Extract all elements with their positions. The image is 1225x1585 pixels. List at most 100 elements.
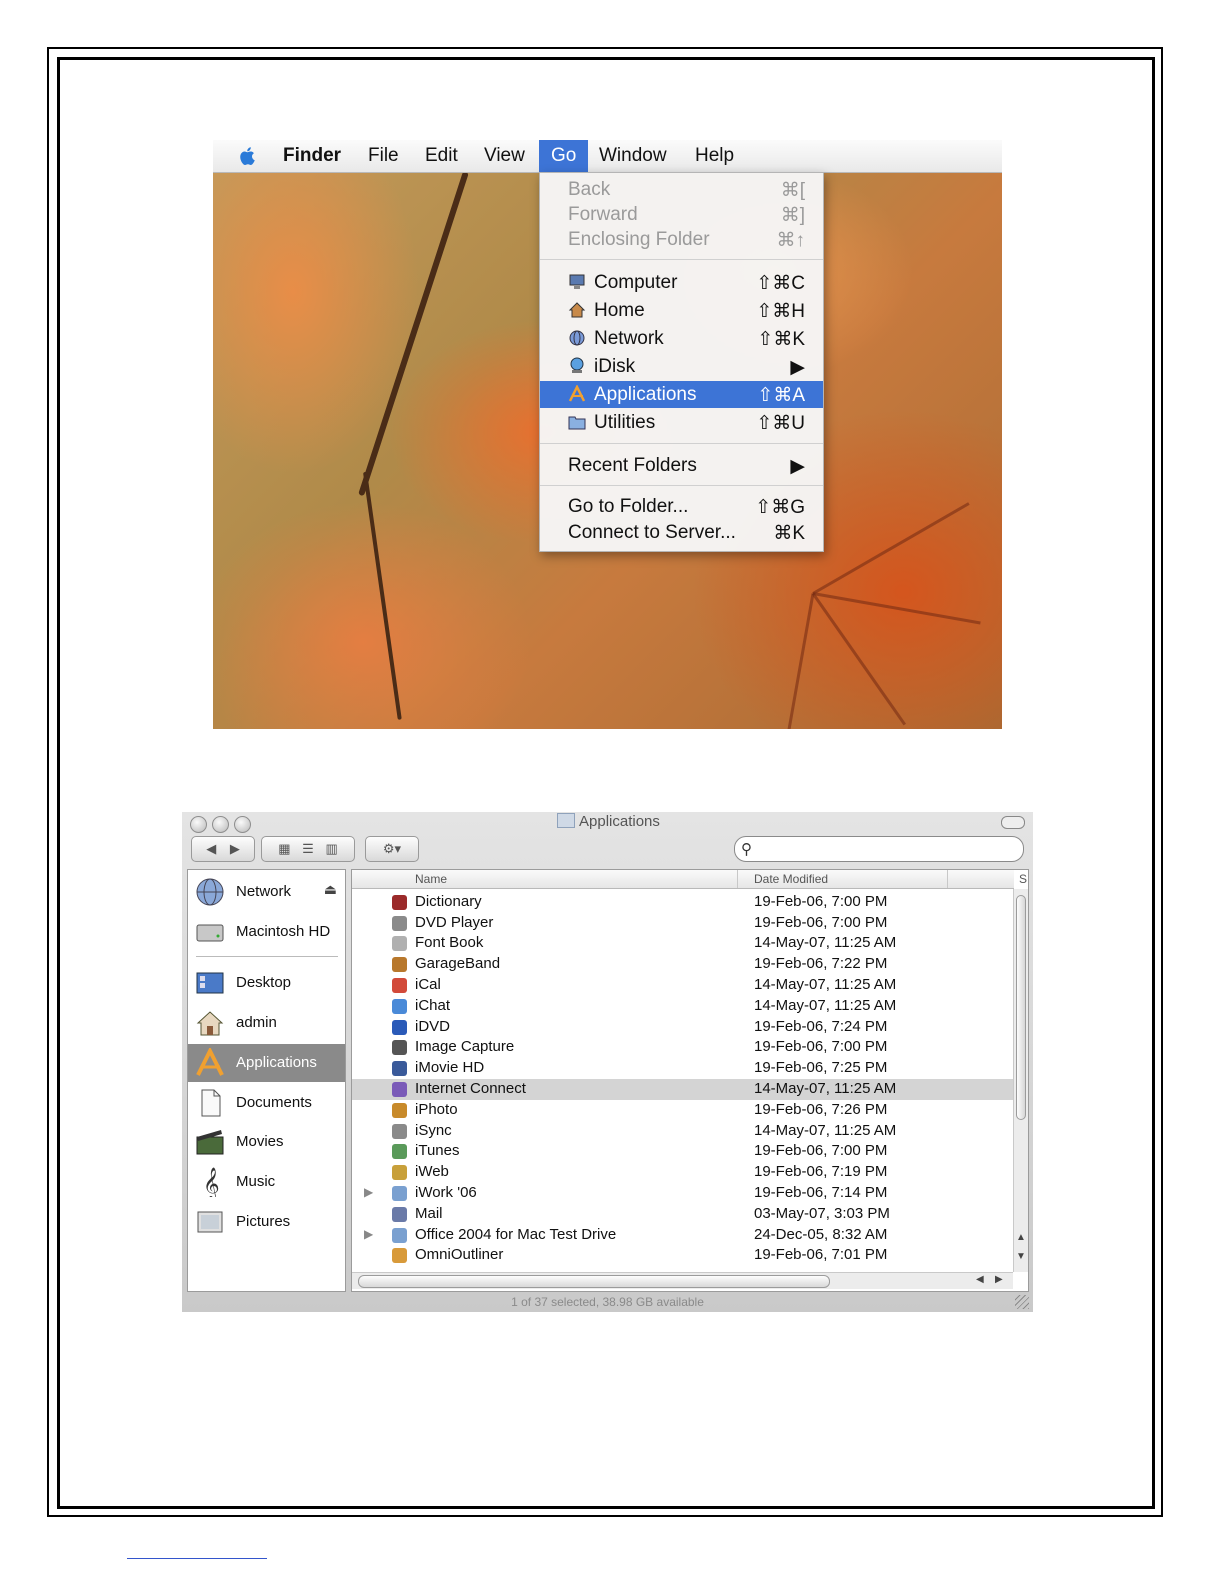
- menu-item-label: iDisk: [594, 356, 636, 377]
- file-row[interactable]: ▶ Office 2004 for Mac Test Drive 24-Dec-05…: [352, 1225, 1014, 1246]
- sidebar-item-applications[interactable]: Applications: [188, 1044, 345, 1082]
- eject-icon[interactable]: ⏏: [324, 881, 337, 898]
- sidebar-item-label: Applications: [236, 1054, 317, 1071]
- file-row[interactable]: Image Capture 19-Feb-06, 7:00 PM: [352, 1037, 1014, 1058]
- menu-finder[interactable]: Finder: [283, 140, 341, 172]
- horizontal-scrollbar[interactable]: ◀ ▶: [352, 1272, 1013, 1289]
- action-menu-button[interactable]: ⚙▾: [365, 836, 419, 862]
- footer-rule: [127, 1558, 267, 1559]
- sidebar-item-macintosh-hd[interactable]: Macintosh HD: [188, 913, 345, 951]
- scroll-up-arrow-icon[interactable]: ▲: [1016, 1232, 1026, 1243]
- zoom-button[interactable]: [234, 816, 251, 833]
- menu-view[interactable]: View: [484, 140, 525, 172]
- menu-item-network[interactable]: Network ⇧⌘K: [540, 325, 823, 352]
- column-header-date-modified[interactable]: Date Modified: [754, 872, 828, 886]
- file-row[interactable]: iDVD 19-Feb-06, 7:24 PM: [352, 1017, 1014, 1038]
- file-row[interactable]: iTunes 19-Feb-06, 7:00 PM: [352, 1141, 1014, 1162]
- svg-text:𝄞: 𝄞: [203, 1167, 220, 1197]
- view-mode-buttons[interactable]: ▦ ☰ ▥: [261, 836, 355, 862]
- file-row[interactable]: iMovie HD 19-Feb-06, 7:25 PM: [352, 1058, 1014, 1079]
- menu-item-connect-to-server[interactable]: Connect to Server... ⌘K: [540, 519, 823, 546]
- file-date-modified: 19-Feb-06, 7:00 PM: [754, 1038, 888, 1056]
- list-view-icon[interactable]: ☰: [302, 841, 314, 856]
- file-row[interactable]: DVD Player 19-Feb-06, 7:00 PM: [352, 913, 1014, 934]
- file-date-modified: 14-May-07, 11:25 AM: [754, 1121, 897, 1139]
- scroll-right-arrow-icon[interactable]: ▶: [995, 1274, 1003, 1285]
- menu-item-idisk[interactable]: iDisk ▶: [540, 353, 823, 380]
- forward-icon[interactable]: ▶: [230, 841, 240, 856]
- app-icon: [392, 1206, 407, 1222]
- sidebar-item-music[interactable]: 𝄞 Music: [188, 1163, 345, 1201]
- file-row[interactable]: iCal 14-May-07, 11:25 AM: [352, 975, 1014, 996]
- icon-view-icon[interactable]: ▦: [278, 841, 290, 856]
- file-row[interactable]: iChat 14-May-07, 11:25 AM: [352, 996, 1014, 1017]
- search-field[interactable]: ⚲: [734, 836, 1024, 862]
- sidebar-item-desktop[interactable]: Desktop: [188, 964, 345, 1002]
- menu-item-label: Home: [594, 300, 645, 321]
- menu-help[interactable]: Help: [695, 140, 734, 172]
- close-button[interactable]: [190, 816, 207, 833]
- resize-grip-icon[interactable]: [1015, 1295, 1029, 1309]
- network-globe-icon: [196, 878, 224, 906]
- sidebar-item-network[interactable]: Network ⏏: [188, 873, 345, 911]
- disclosure-triangle-icon[interactable]: ▶: [364, 1227, 373, 1241]
- menu-edit[interactable]: Edit: [425, 140, 458, 172]
- menu-item-forward[interactable]: Forward ⌘]: [540, 201, 823, 228]
- back-icon[interactable]: ◀: [206, 841, 216, 856]
- sidebar-item-label: Desktop: [236, 974, 292, 991]
- desktop-screenshot: Finder File Edit View Go Window Help Bac…: [213, 140, 1002, 729]
- sidebar-item-admin[interactable]: admin: [188, 1004, 345, 1042]
- applications-icon: [196, 1048, 224, 1076]
- file-row[interactable]: Font Book 14-May-07, 11:25 AM: [352, 933, 1014, 954]
- menu-item-shortcut: ⌘[: [780, 180, 805, 201]
- file-row[interactable]: Internet Connect 14-May-07, 11:25 AM: [352, 1079, 1014, 1100]
- status-bar: 1 of 37 selected, 38.98 GB available: [511, 1295, 704, 1309]
- sidebar-splitter[interactable]: [344, 869, 351, 1290]
- back-forward-buttons[interactable]: ◀ ▶: [191, 836, 255, 862]
- file-row[interactable]: iWeb 19-Feb-06, 7:19 PM: [352, 1162, 1014, 1183]
- column-header-size[interactable]: S: [1019, 872, 1027, 886]
- leaf-vein: [811, 592, 907, 726]
- file-row[interactable]: ▶ iWork '06 19-Feb-06, 7:14 PM: [352, 1183, 1014, 1204]
- sidebar-item-movies[interactable]: Movies: [188, 1123, 345, 1161]
- go-menu-dropdown: Back ⌘[ Forward ⌘] Enclosing Folder ⌘↑ C…: [539, 172, 824, 552]
- scroll-down-arrow-icon[interactable]: ▼: [1016, 1251, 1026, 1262]
- apple-logo-icon[interactable]: [237, 145, 259, 167]
- file-row[interactable]: Mail 03-May-07, 3:03 PM: [352, 1204, 1014, 1225]
- scroll-left-arrow-icon[interactable]: ◀: [976, 1274, 984, 1285]
- vertical-scroll-thumb[interactable]: [1016, 895, 1026, 1120]
- column-view-icon[interactable]: ▥: [325, 841, 337, 856]
- menu-item-go-to-folder[interactable]: Go to Folder... ⇧⌘G: [540, 493, 823, 520]
- sidebar-item-label: Movies: [236, 1133, 284, 1150]
- file-date-modified: 14-May-07, 11:25 AM: [754, 934, 897, 952]
- menu-go[interactable]: Go: [539, 140, 589, 172]
- menu-item-back[interactable]: Back ⌘[: [540, 176, 823, 203]
- file-row[interactable]: OmniOutliner 19-Feb-06, 7:01 PM: [352, 1245, 1014, 1266]
- sidebar-item-documents[interactable]: Documents: [188, 1084, 345, 1122]
- menu-item-label: Go to Folder...: [568, 496, 689, 517]
- menu-item-label: Back: [568, 179, 611, 200]
- menu-item-applications[interactable]: Applications ⇧⌘A: [540, 381, 823, 408]
- toolbar-toggle-button[interactable]: [1001, 816, 1025, 829]
- file-row[interactable]: Dictionary 19-Feb-06, 7:00 PM: [352, 892, 1014, 913]
- file-row[interactable]: iSync 14-May-07, 11:25 AM: [352, 1121, 1014, 1142]
- app-icon: [392, 978, 407, 993]
- menu-separator: [540, 485, 823, 486]
- column-header-name[interactable]: Name: [415, 872, 447, 886]
- menu-file[interactable]: File: [368, 140, 399, 172]
- leaf-stem: [363, 471, 402, 720]
- menu-item-enclosing-folder[interactable]: Enclosing Folder ⌘↑: [540, 226, 823, 253]
- file-date-modified: 19-Feb-06, 7:22 PM: [754, 955, 888, 973]
- menu-item-home[interactable]: Home ⇧⌘H: [540, 297, 823, 324]
- minimize-button[interactable]: [212, 816, 229, 833]
- menu-window[interactable]: Window: [599, 140, 667, 172]
- disclosure-triangle-icon[interactable]: ▶: [364, 1185, 373, 1199]
- menu-item-utilities[interactable]: Utilities ⇧⌘U: [540, 409, 823, 436]
- horizontal-scroll-thumb[interactable]: [358, 1275, 830, 1288]
- file-row[interactable]: GarageBand 19-Feb-06, 7:22 PM: [352, 954, 1014, 975]
- menu-item-computer[interactable]: Computer ⇧⌘C: [540, 269, 823, 296]
- file-row[interactable]: iPhoto 19-Feb-06, 7:26 PM: [352, 1100, 1014, 1121]
- sidebar-item-pictures[interactable]: Pictures: [188, 1203, 345, 1241]
- vertical-scrollbar[interactable]: ▲ ▼: [1013, 889, 1028, 1272]
- menu-item-recent-folders[interactable]: Recent Folders ▶: [540, 452, 823, 479]
